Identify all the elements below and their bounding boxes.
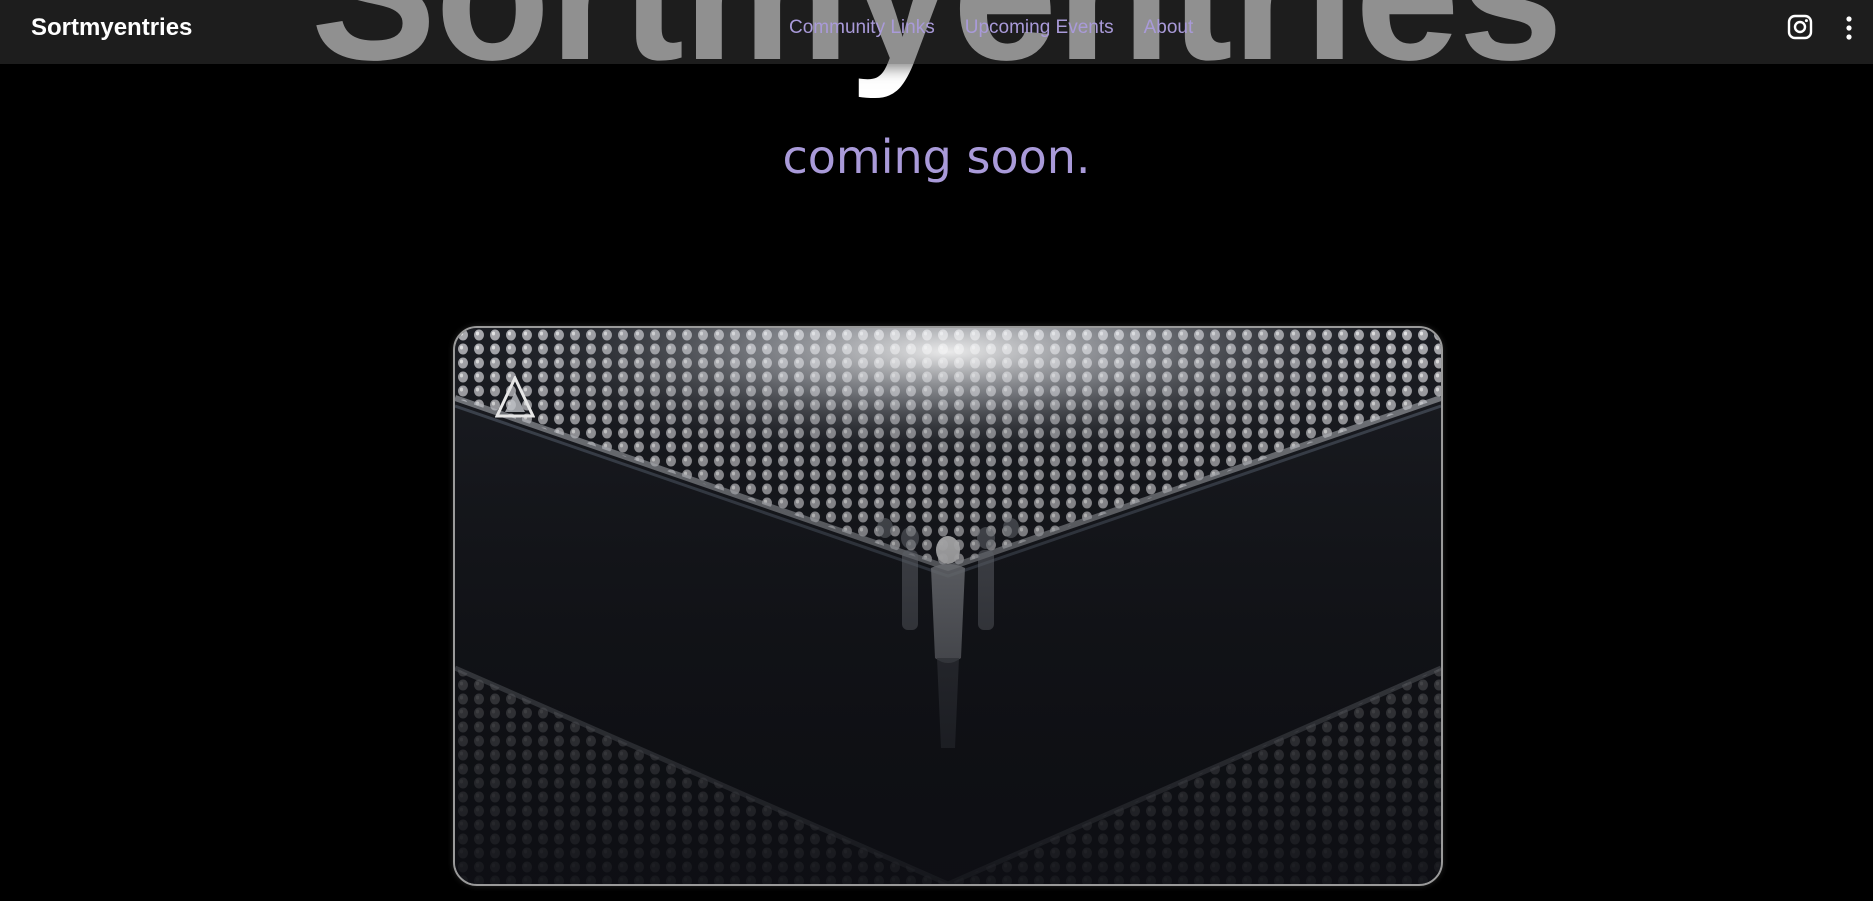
main-nav: Community Links Upcoming Events About <box>789 17 1193 39</box>
instagram-icon[interactable] <box>1787 14 1813 40</box>
more-vertical-icon[interactable] <box>1842 14 1856 42</box>
nav-community-links[interactable]: Community Links <box>789 17 935 39</box>
brand-link[interactable]: Sortmyentries <box>31 14 192 42</box>
nav-about[interactable]: About <box>1144 17 1194 39</box>
hero-subtitle: coming soon. <box>782 130 1091 184</box>
triangle-logo-icon <box>495 376 535 418</box>
top-navbar: Sortmyentries Community Links Upcoming E… <box>0 0 1873 64</box>
hero-video[interactable] <box>453 326 1443 886</box>
nav-upcoming-events[interactable]: Upcoming Events <box>965 17 1114 39</box>
video-frame <box>455 328 1441 884</box>
page: Sortmyentries coming soon. Sortmyentries… <box>0 0 1873 901</box>
